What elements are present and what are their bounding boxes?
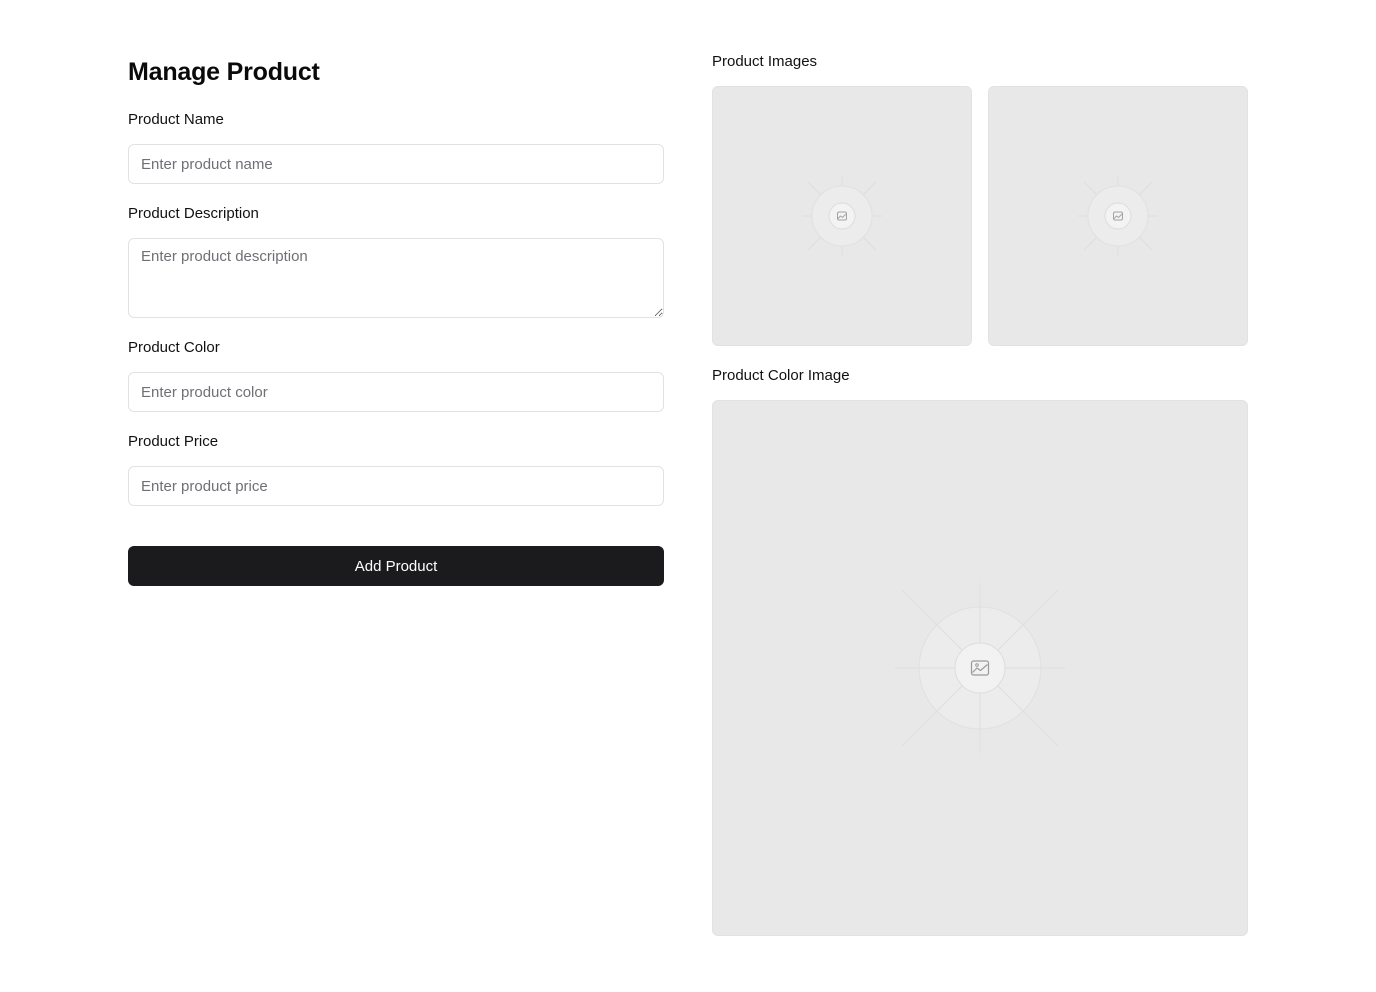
product-images-label: Product Images [712,53,818,70]
product-color-image-label: Product Color Image [712,367,850,384]
product-color-image-placeholder[interactable] [712,400,1248,936]
manage-product-page: Manage Product Product Name Product Desc… [0,0,1376,992]
image-placeholder-icon [802,176,882,256]
product-image-placeholder-2[interactable] [988,86,1248,346]
product-color-input[interactable] [128,372,664,412]
product-name-label: Product Name [128,111,224,128]
product-price-input[interactable] [128,466,664,506]
product-images-row [712,86,1248,346]
product-description-textarea[interactable] [128,238,664,318]
product-name-input[interactable] [128,144,664,184]
page-title: Manage Product [128,58,320,86]
product-image-placeholder-1[interactable] [712,86,972,346]
product-form: Manage Product Product Name Product Desc… [128,56,664,586]
product-price-label: Product Price [128,433,219,450]
image-placeholder-icon [1078,176,1158,256]
product-description-label: Product Description [128,205,259,222]
product-media: Product Images Product Color Image [712,52,1248,936]
add-product-button[interactable]: Add Product [128,546,664,586]
product-color-label: Product Color [128,339,220,356]
image-placeholder-icon [895,583,1065,753]
